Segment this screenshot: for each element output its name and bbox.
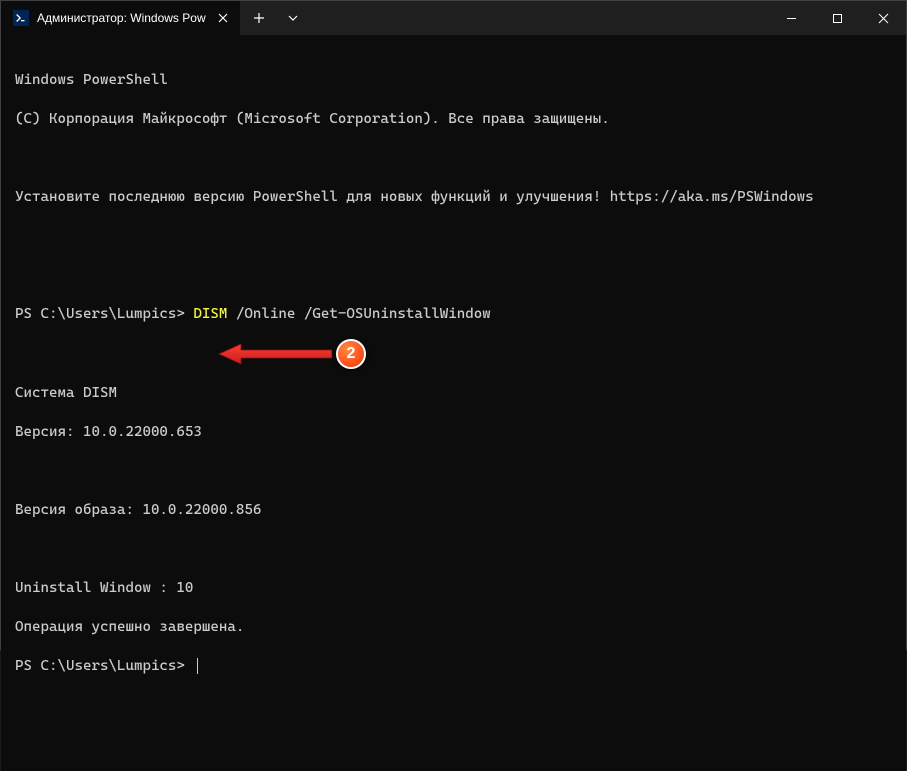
output-line: Операция успешно завершена. (15, 618, 892, 638)
command-line: PS C:\Users\Lumpics> DISM /Online /Get-O… (15, 305, 892, 325)
output-line (15, 462, 892, 482)
output-line (15, 227, 892, 247)
tab-dropdown-button[interactable] (276, 1, 310, 35)
tab-close-button[interactable] (214, 9, 232, 27)
minimize-button[interactable] (768, 1, 814, 35)
output-line: Windows PowerShell (15, 71, 892, 91)
output-line: Версия образа: 10.0.22000.856 (15, 501, 892, 521)
prompt: PS C:\Users\Lumpics> (15, 306, 193, 322)
output-line: Установите последнюю версию PowerShell д… (15, 188, 892, 208)
output-line (15, 266, 892, 286)
maximize-button[interactable] (814, 1, 860, 35)
terminal-content[interactable]: Windows PowerShell (C) Корпорация Майкро… (1, 35, 906, 771)
command-args: /Online /Get-OSUninstallWindow (227, 306, 490, 322)
close-button[interactable] (860, 1, 906, 35)
command-text: DISM (193, 306, 227, 322)
powershell-icon (13, 10, 29, 26)
terminal-window: Администратор: Windows Pow Windows Power… (0, 0, 907, 650)
tab-active[interactable]: Администратор: Windows Pow (1, 1, 240, 35)
tab-title: Администратор: Windows Pow (37, 11, 206, 25)
prompt-line: PS C:\Users\Lumpics> (15, 657, 892, 677)
output-line: Uninstall Window : 10 (15, 579, 892, 599)
titlebar: Администратор: Windows Pow (1, 1, 906, 35)
output-line: Версия: 10.0.22000.653 (15, 423, 892, 443)
cursor (197, 658, 198, 674)
output-line (15, 344, 892, 364)
new-tab-button[interactable] (242, 1, 276, 35)
output-line (15, 149, 892, 169)
output-line: Система DISM (15, 384, 892, 404)
output-line (15, 540, 892, 560)
prompt: PS C:\Users\Lumpics> (15, 658, 193, 674)
output-line: (C) Корпорация Майкрософт (Microsoft Cor… (15, 110, 892, 130)
window-controls (768, 1, 906, 35)
